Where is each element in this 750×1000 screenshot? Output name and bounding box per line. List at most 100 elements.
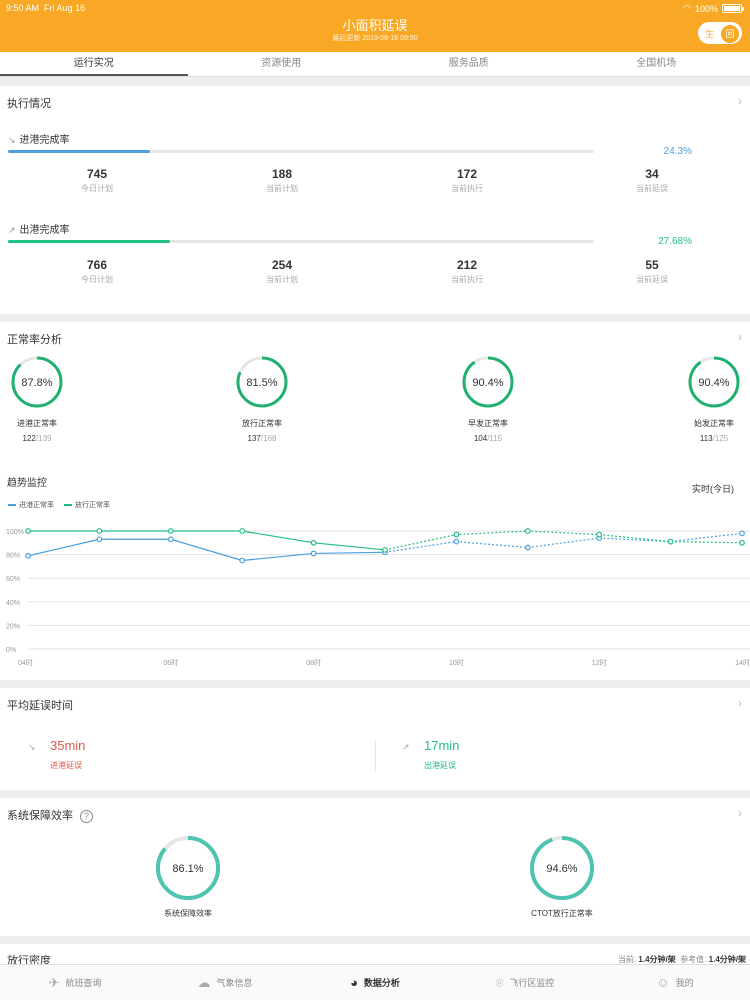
avg-delay-title: 平均延误时间 [7,700,73,712]
outbound-stat: 254 当前计划 [222,258,342,285]
outbound-stat: 766 今日计划 [37,258,157,285]
tab-realtime[interactable]: 运行实况 [0,52,188,76]
chevron-right-icon[interactable]: › [738,696,742,710]
tabbar-label: 我的 [675,978,694,988]
data-point [167,528,174,534]
data-point [96,528,103,534]
trend-line-chart: 0% 20% 40% 60% 80% 100% 04时 06时 08时 10时 12时 14时 [6,528,750,667]
efficiency-card[interactable]: 系统保障效率 ? › 86.1% 系统保障效率 94.6% CTOT放行正常率 [0,798,750,936]
tabbar-weather[interactable]: ☁ 气象信息 [150,965,300,1000]
ring-count-den: /125 [712,434,729,443]
ring-count-num: 137 [247,434,261,443]
data-point [25,552,31,559]
series-line-1 [27,538,386,562]
divider [375,740,376,772]
user-icon: ☺ [656,975,670,990]
trend-title: 趋势监控 [7,478,47,489]
execution-card[interactable]: 执行情况 › ↘ 进港完成率 24.3% 745 今日计划 188 当前计划 172 当… [0,86,750,314]
inbound-rate-value: 24.3% [663,146,692,157]
stat-value: 766 [86,258,108,272]
arrow-up-right-icon: ↗ [8,225,16,235]
efficiency-title: 系统保障效率 ? [7,807,94,823]
density-current-value: 1.4分钟/架 [638,955,676,964]
legend-item: 放行正常率 [64,500,110,510]
data-point [524,528,531,534]
tabbar-label: 气象信息 [216,978,253,988]
tab-service[interactable]: 服务品质 [375,52,563,76]
release-density-values: 当前: 1.4分钟/架 参考值: 1.4分钟/架 [618,954,746,964]
outbound-delay-label: 出港延误 [424,761,456,770]
outbound-stat: 212 当前执行 [407,258,527,285]
y-tick-label: 60% [6,576,20,583]
legend-label: 放行正常率 [75,502,110,509]
toggle-knob: 回 [721,25,739,43]
ring-ctot-release: 94.6% CTOT放行正常率 [512,834,612,919]
density-ref-value: 1.4分钟/架 [708,955,746,964]
outbound-label-text: 出港完成率 [19,225,70,236]
ring-percent: 86.1% [172,863,203,875]
x-tick-label: 04时 [18,658,33,667]
help-icon[interactable]: ? [80,810,94,823]
status-date: Fri Aug 16 [44,3,86,13]
tab-national[interactable]: 全国机场 [563,52,750,76]
last-updated: 最后更新 2019-08-16 09:50 [332,35,418,42]
bottom-tab-bar: ✈ 航班查询 ☁ 气象信息 ◕ 数据分析 ⌾ 飞行区监控 ☺ 我的 [0,964,750,1000]
x-tick-label: 10时 [449,658,464,667]
ring-count: 137/168 [233,434,291,443]
y-tick-label: 20% [6,623,20,630]
release-density-card[interactable]: 放行密度 当前: 1.4分钟/架 参考值: 1.4分钟/架 [0,944,750,964]
top-tabs: 运行实况 资源使用 服务品质 全国机场 [0,52,750,77]
stat-value: 212 [456,258,478,272]
data-point [310,550,317,557]
tabbar-data-analysis[interactable]: ◕ 数据分析 [300,965,450,1000]
stat-value: 745 [86,167,108,181]
data-point [239,557,246,564]
ring-count-num: 113 [699,434,713,443]
legend-label: 进港正常率 [19,502,54,509]
inbound-progress-fill [8,150,151,153]
outbound-rate-label: ↗ 出港完成率 [8,221,70,236]
stat-value: 188 [271,167,293,181]
ring-name: 放行正常率 [242,419,282,428]
tabbar-airfield-monitor[interactable]: ⌾ 飞行区监控 [450,965,600,1000]
ring-name: 进港正常率 [17,419,57,428]
stat-label: 当前延误 [636,275,668,284]
ring-inbound-normal: 87.8% 进港正常率 122/139 [8,354,66,443]
density-ref-label: 参考值: [680,955,707,964]
ring-percent: 90.4% [698,377,729,389]
trend-period[interactable]: 实时(今日) [692,482,734,495]
ring-chart: 90.4% [688,356,740,408]
airplane-icon: ✈ [48,974,60,990]
app-header: 9:50 AM Fri Aug 16 ◠ 100% 小面积延误 最后更新 201… [0,0,750,52]
status-time-date: 9:50 AM Fri Aug 16 [6,3,85,13]
mode-toggle[interactable]: 生 回 [698,22,742,44]
legend-swatch [8,504,16,506]
x-tick-label: 08时 [306,658,321,667]
ring-count-den: /168 [260,434,277,443]
ring-count-den: /139 [35,434,52,443]
avg-delay-card[interactable]: 平均延误时间 › ↘ 35min 进港延误 ↗ 17min 出港延误 [0,688,750,790]
chevron-right-icon[interactable]: › [738,330,742,344]
y-tick-label: 80% [6,553,20,560]
stat-label: 当前计划 [266,184,298,193]
tabbar-label: 飞行区监控 [509,978,555,988]
chevron-right-icon[interactable]: › [738,94,742,108]
tab-resource[interactable]: 资源使用 [188,52,376,76]
ring-origin-normal: 90.4% 始发正常率 113/125 [685,354,743,443]
stat-label: 当前执行 [451,275,483,284]
ring-percent: 94.6% [546,863,577,875]
ring-percent: 87.8% [21,377,52,389]
tabbar-flight-query[interactable]: ✈ 航班查询 [0,965,150,1000]
data-point [453,531,460,538]
stat-label: 当前计划 [266,275,298,284]
ring-count: 122/139 [8,434,66,443]
legend-item: 进港正常率 [8,500,54,510]
data-point [739,539,745,546]
tabbar-mine[interactable]: ☺ 我的 [600,965,750,1000]
chevron-right-icon[interactable]: › [738,806,742,820]
status-right: ◠ 100% [683,3,744,14]
tabbar-label: 数据分析 [363,978,400,988]
inbound-rate-label: ↘ 进港完成率 [8,131,70,146]
ring-name: 始发正常率 [694,419,734,428]
ring-chart: 81.5% [236,356,288,408]
